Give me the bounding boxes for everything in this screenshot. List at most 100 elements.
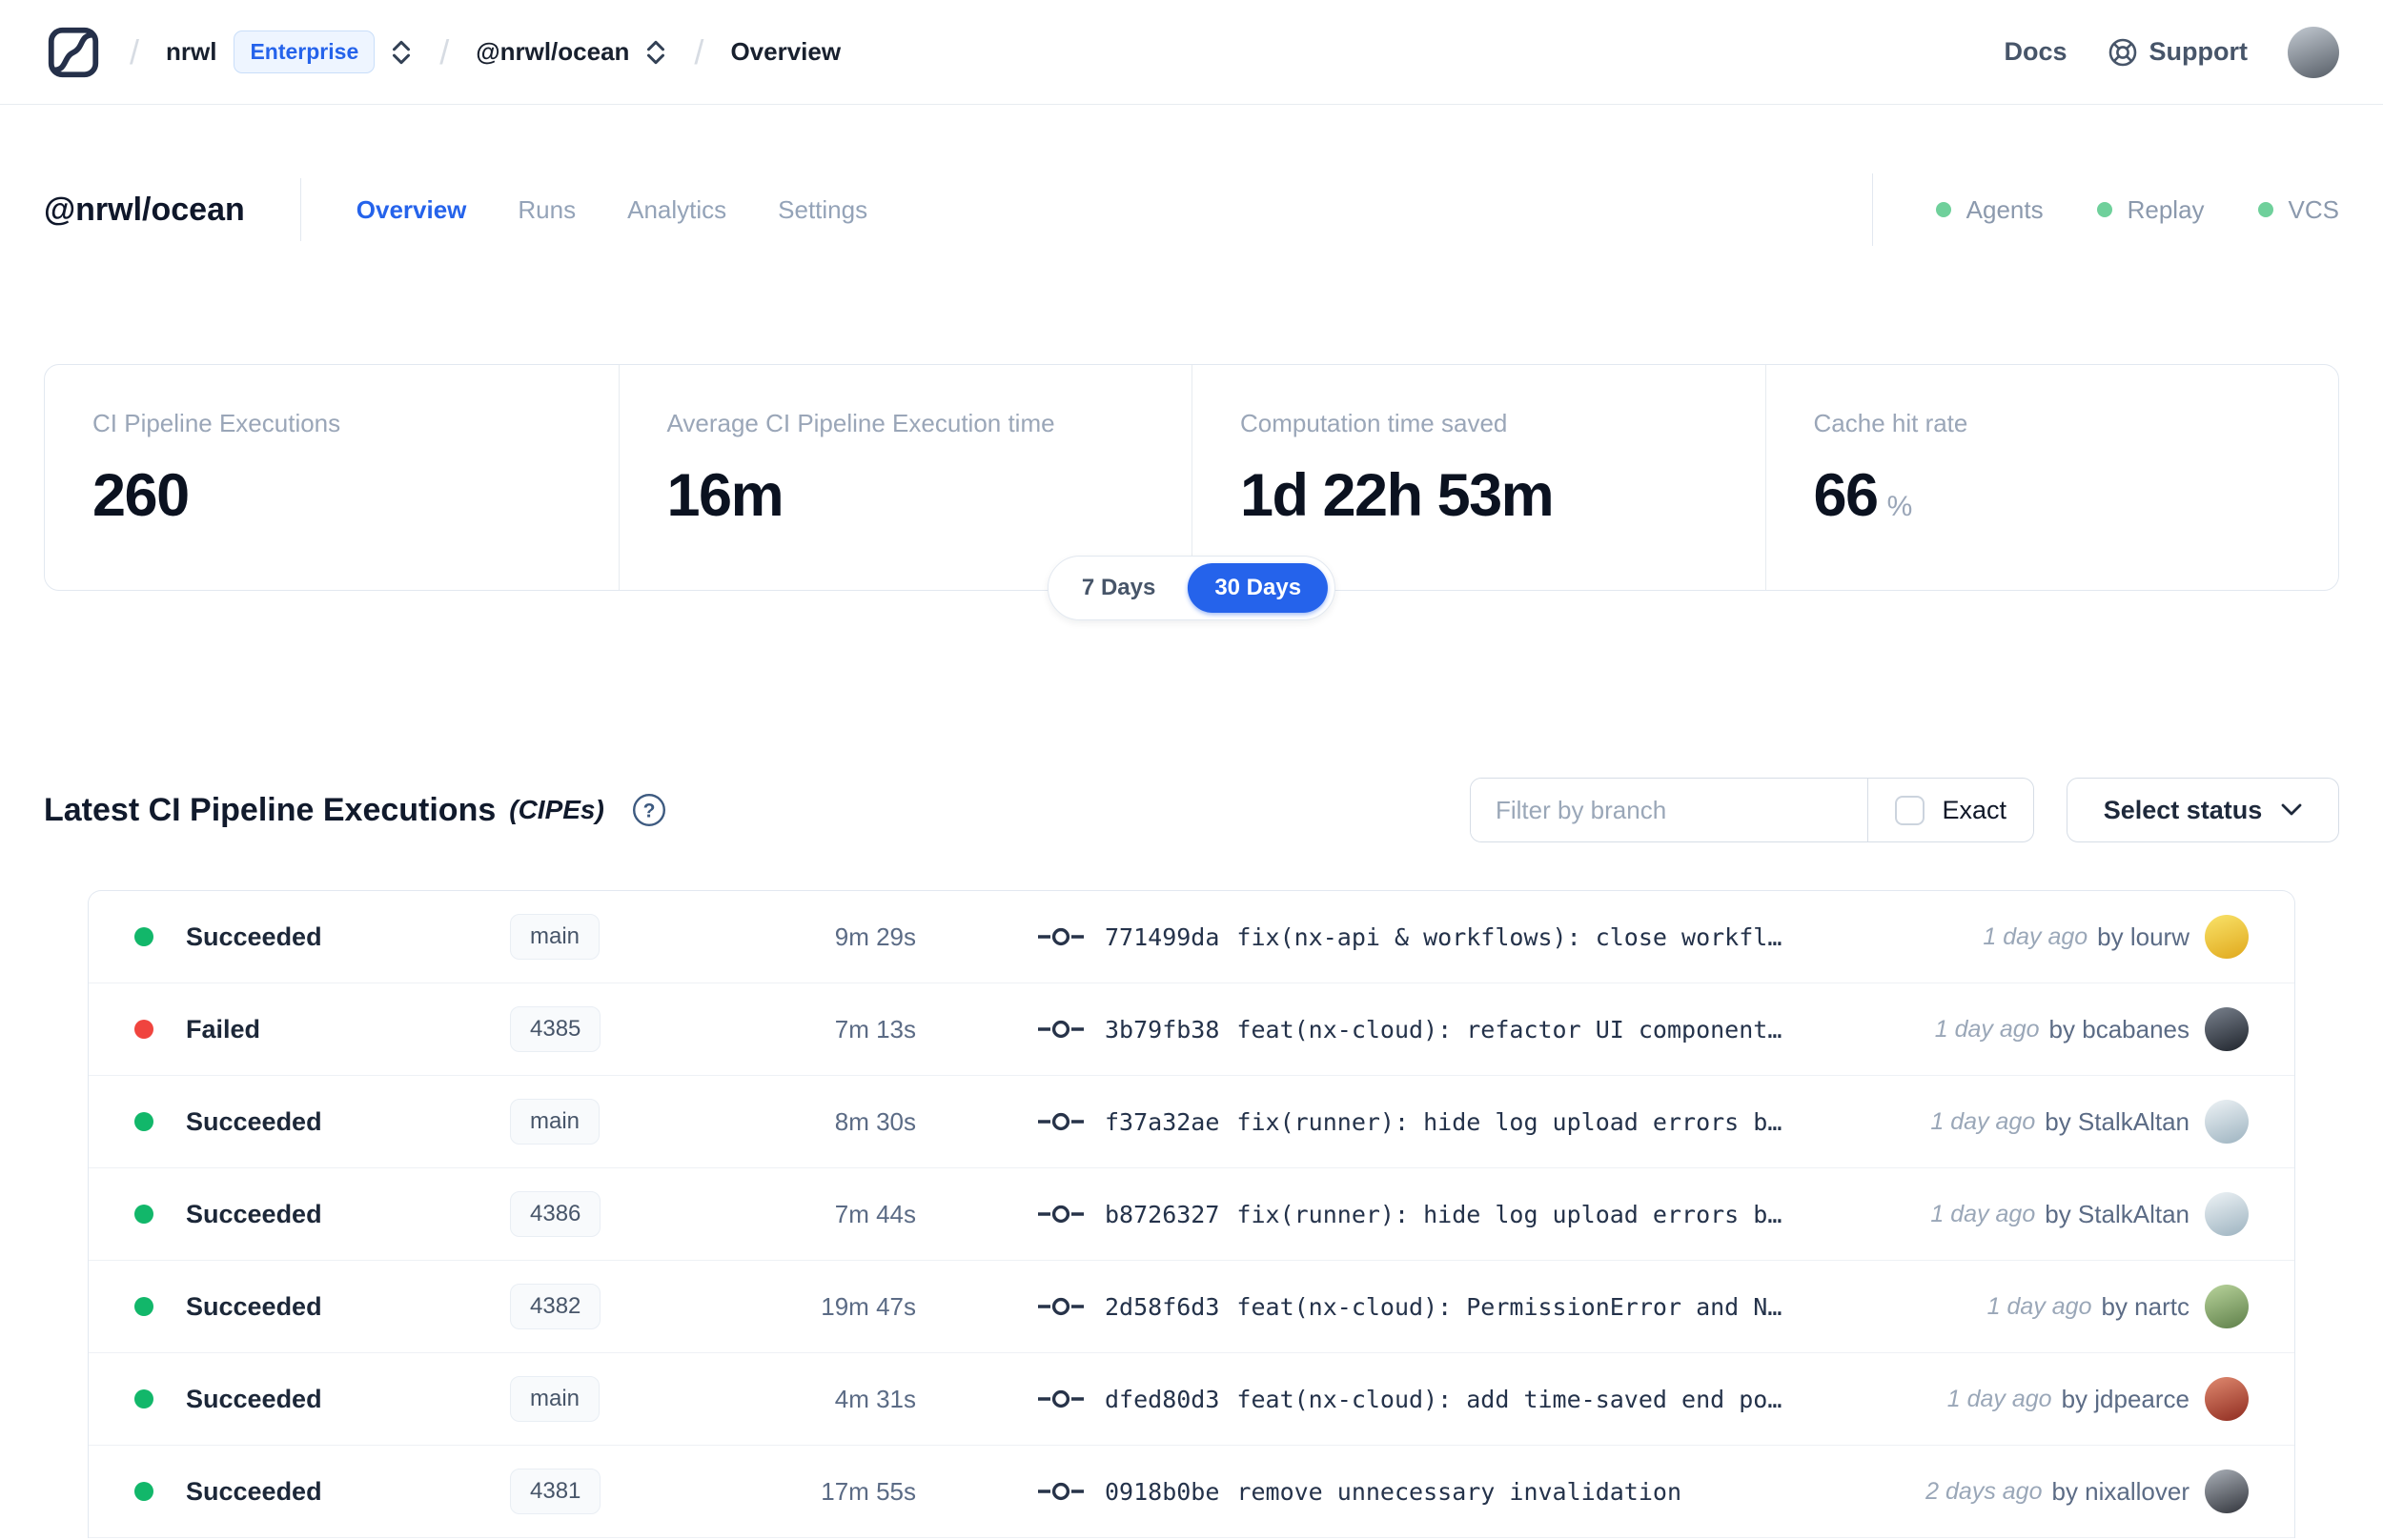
- stat-label: Average CI Pipeline Execution time: [666, 409, 1055, 437]
- exact-checkbox[interactable]: [1895, 795, 1925, 825]
- git-commit-icon: [1038, 1205, 1084, 1224]
- row-meta: 1 day ago by jdpearce: [1947, 1377, 2249, 1421]
- table-row[interactable]: Failed 4385 7m 13s 3b79fb38 feat(nx-clou…: [89, 983, 2294, 1076]
- branch-badge[interactable]: main: [510, 1376, 601, 1422]
- workspace-switcher-button[interactable]: [644, 38, 667, 67]
- table-row[interactable]: Succeeded main 9m 29s 771499da fix(nx-ap…: [89, 891, 2294, 983]
- git-commit-icon: [1038, 1297, 1084, 1316]
- row-meta: 1 day ago by bcabanes: [1935, 1007, 2249, 1051]
- commit-message: feat(nx-cloud): add time-saved end po…: [1236, 1385, 1782, 1413]
- avatar: [2205, 1007, 2249, 1051]
- workspace-title: @nrwl/ocean: [44, 191, 245, 228]
- status-label: Succeeded: [186, 1291, 322, 1321]
- select-status-label: Select status: [2103, 795, 2263, 824]
- commit: dfed80d3 feat(nx-cloud): add time-saved …: [1038, 1386, 1909, 1413]
- time-ago: 1 day ago: [1930, 1200, 2036, 1227]
- branch-badge[interactable]: 4386: [510, 1191, 601, 1237]
- feature-status-list: Agents Replay VCS: [1871, 173, 2339, 246]
- breadcrumb-separator: /: [439, 31, 450, 71]
- row-meta: 1 day ago by lourw: [1983, 915, 2249, 959]
- row-meta: 1 day ago by nartc: [1987, 1285, 2249, 1328]
- author: by lourw: [2097, 922, 2190, 951]
- status-dot: [2257, 202, 2273, 217]
- branch-badge[interactable]: 4385: [510, 1006, 601, 1052]
- row-meta: 2 days ago by nixallover: [1925, 1469, 2249, 1513]
- breadcrumb-workspace[interactable]: @nrwl/ocean: [476, 37, 629, 67]
- stat-value: 66%: [1813, 462, 1913, 529]
- avatar: [2205, 1100, 2249, 1144]
- stat-label: Cache hit rate: [1813, 409, 1968, 437]
- stat-card-cache-hit-rate: Cache hit rate 66%: [1764, 365, 2339, 590]
- range-7-days-button[interactable]: 7 Days: [1055, 563, 1182, 613]
- exact-match-toggle[interactable]: Exact: [1868, 779, 2033, 841]
- time-ago: 2 days ago: [1925, 1477, 2043, 1505]
- commit-hash: b8726327: [1105, 1200, 1220, 1228]
- select-status-dropdown[interactable]: Select status: [2067, 778, 2339, 842]
- feature-vcs[interactable]: VCS: [2257, 194, 2339, 225]
- commit-hash: 3b79fb38: [1105, 1015, 1220, 1044]
- avatar: [2205, 1469, 2249, 1513]
- commit: 0918b0be remove unnecessary invalidation: [1038, 1478, 1887, 1506]
- workspace-header: @nrwl/ocean Overview Runs Analytics Sett…: [0, 162, 2383, 257]
- status-dot: [134, 1297, 153, 1316]
- stat-value: 16m: [666, 462, 784, 529]
- docs-link[interactable]: Docs: [2004, 37, 2067, 67]
- time-ago: 1 day ago: [1934, 1015, 2040, 1043]
- commit-hash: f37a32ae: [1105, 1107, 1220, 1136]
- lifebuoy-icon: [2108, 38, 2136, 66]
- status-label: Succeeded: [186, 922, 322, 951]
- org-switcher-button[interactable]: [390, 38, 413, 67]
- author: by nixallover: [2051, 1476, 2190, 1506]
- user-avatar[interactable]: [2288, 26, 2339, 78]
- range-30-days-button[interactable]: 30 Days: [1188, 563, 1329, 613]
- duration: 7m 44s: [834, 1199, 916, 1228]
- tab-analytics[interactable]: Analytics: [627, 195, 726, 225]
- time-ago: 1 day ago: [1946, 1385, 2052, 1412]
- feature-label: VCS: [2288, 194, 2339, 224]
- branch-badge[interactable]: 4382: [510, 1284, 601, 1329]
- help-icon[interactable]: ?: [631, 792, 667, 828]
- table-row[interactable]: Succeeded 4382 19m 47s 2d58f6d3 feat(nx-…: [89, 1261, 2294, 1353]
- tab-runs[interactable]: Runs: [518, 195, 576, 225]
- chevron-down-icon: [2281, 803, 2302, 816]
- feature-label: Replay: [2127, 194, 2205, 224]
- tab-settings[interactable]: Settings: [778, 195, 867, 225]
- commit: 2d58f6d3 feat(nx-cloud): PermissionError…: [1038, 1293, 1949, 1321]
- avatar: [2205, 1285, 2249, 1328]
- breadcrumb-org[interactable]: nrwl: [166, 37, 216, 67]
- stat-value: 260: [92, 462, 190, 529]
- table-row[interactable]: Succeeded 4381 17m 55s 0918b0be remove u…: [89, 1446, 2294, 1538]
- table-row[interactable]: Succeeded 4386 7m 44s b8726327 fix(runne…: [89, 1168, 2294, 1261]
- section-title: Latest CI Pipeline Executions: [44, 791, 497, 828]
- support-link[interactable]: Support: [2108, 37, 2248, 68]
- git-commit-icon: [1038, 927, 1084, 946]
- topbar: / nrwl Enterprise / @nrwl/ocean / Overvi…: [0, 0, 2383, 105]
- duration: 17m 55s: [821, 1476, 916, 1506]
- commit-message: fix(runner): hide log upload errors b…: [1236, 1200, 1782, 1228]
- duration: 7m 13s: [834, 1014, 916, 1044]
- cipe-section: Latest CI Pipeline Executions (CIPEs) ? …: [44, 778, 2339, 1538]
- time-ago: 1 day ago: [1986, 1292, 2092, 1320]
- commit-message: feat(nx-cloud): refactor UI component…: [1236, 1015, 1782, 1044]
- branch-filter-input[interactable]: [1471, 779, 1868, 841]
- commit: f37a32ae fix(runner): hide log upload er…: [1038, 1108, 1892, 1136]
- author: by StalkAltan: [2045, 1106, 2190, 1136]
- branch-badge[interactable]: main: [510, 914, 601, 960]
- table-row[interactable]: Succeeded main 8m 30s f37a32ae fix(runne…: [89, 1076, 2294, 1168]
- branch-badge[interactable]: main: [510, 1099, 601, 1145]
- feature-replay[interactable]: Replay: [2096, 194, 2205, 225]
- time-ago: 1 day ago: [1983, 922, 2088, 950]
- feature-agents[interactable]: Agents: [1935, 195, 2044, 225]
- table-row[interactable]: Succeeded main 4m 31s dfed80d3 feat(nx-c…: [89, 1353, 2294, 1446]
- branch-badge[interactable]: 4381: [510, 1469, 601, 1514]
- duration: 8m 30s: [834, 1106, 916, 1136]
- tab-overview[interactable]: Overview: [356, 195, 467, 225]
- status-dot: [134, 1389, 153, 1408]
- nx-cloud-logo[interactable]: [44, 23, 103, 82]
- stat-card-ci-pipeline-executions: CI Pipeline Executions 260: [45, 365, 619, 590]
- avatar: [2205, 915, 2249, 959]
- plan-badge: Enterprise: [234, 30, 376, 73]
- workspace-tabs: Overview Runs Analytics Settings: [356, 195, 867, 225]
- duration: 4m 31s: [834, 1384, 916, 1413]
- commit-hash: 0918b0be: [1105, 1477, 1220, 1506]
